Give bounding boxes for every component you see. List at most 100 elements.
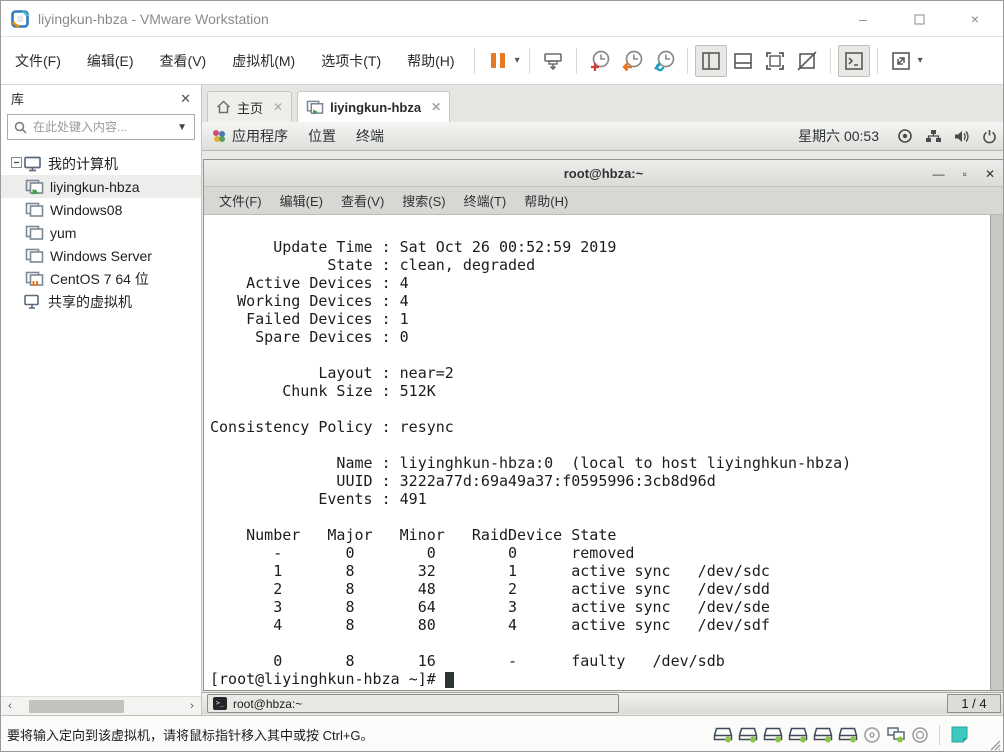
tab-close-icon[interactable]: ✕: [273, 100, 283, 114]
applications-label: 应用程序: [232, 128, 288, 144]
cd-rom-icon[interactable]: [863, 726, 881, 744]
applications-menu[interactable]: 应用程序: [202, 126, 298, 146]
volume-tray-icon[interactable]: [949, 126, 973, 146]
terminal-menu-file[interactable]: 文件(F): [210, 191, 271, 210]
power-dropdown-chevron[interactable]: ▾: [515, 55, 520, 66]
terminal-menu-help[interactable]: 帮助(H): [515, 191, 577, 210]
menu-help[interactable]: 帮助(H): [395, 45, 466, 77]
terminal-output-area[interactable]: Update Time : Sat Oct 26 00:52:59 2019 S…: [204, 215, 1003, 690]
snapshot-manager-button[interactable]: [648, 45, 680, 77]
home-icon: [216, 100, 231, 114]
main-menubar: 文件(F) 编辑(E) 查看(V) 虚拟机(M) 选项卡(T) 帮助(H) ▾: [1, 37, 1003, 85]
terminal-menu-terminal[interactable]: 终端(T): [455, 191, 516, 210]
terminal-prompt-line: [root@liyinghkun-hbza ~]#: [204, 670, 1003, 688]
workspace-pager[interactable]: 1 / 4: [947, 694, 1001, 713]
tree-item-liyingkun-hbza[interactable]: liyingkun-hbza: [1, 175, 201, 198]
hard-disk-icon[interactable]: [838, 726, 858, 743]
full-screen-button[interactable]: [759, 45, 791, 77]
tree-item-label: CentOS 7 64 位: [50, 270, 149, 287]
hard-disk-icon[interactable]: [713, 726, 733, 743]
terminal-title: root@hbza:~: [563, 165, 644, 181]
console-icon: [844, 51, 863, 70]
library-search[interactable]: ▼: [7, 114, 195, 140]
terminal-titlebar[interactable]: root@hbza:~ — ▫ ✕: [204, 160, 1003, 187]
taskbar-window-button[interactable]: >_ root@hbza:~: [207, 694, 619, 713]
tree-item-centos7[interactable]: CentOS 7 64 位: [1, 267, 201, 290]
screenshot-tray-icon[interactable]: [893, 126, 917, 146]
search-icon: [14, 121, 27, 134]
tab-vm-liyingkun-hbza[interactable]: liyingkun-hbza ✕: [297, 91, 451, 122]
applications-icon: [213, 130, 225, 142]
tab-close-icon[interactable]: ✕: [431, 100, 441, 114]
power-tray-icon[interactable]: [977, 126, 1001, 146]
menu-vm[interactable]: 虚拟机(M): [220, 45, 307, 77]
toolbar-separator: [829, 47, 831, 74]
tab-strip: 主页 ✕ liyingkun-hbza ✕: [202, 85, 1003, 122]
hard-disk-icon[interactable]: [738, 726, 758, 743]
vm-icon: [25, 225, 45, 241]
show-thumbnail-bar-button[interactable]: [727, 45, 759, 77]
terminal-maximize-button[interactable]: ▫: [963, 167, 967, 181]
vmware-logo-icon: [11, 9, 29, 28]
stretch-guest-button[interactable]: [885, 45, 917, 77]
tree-item-label: liyingkun-hbza: [50, 178, 140, 195]
scroll-right-arrow[interactable]: ›: [183, 700, 201, 712]
places-menu[interactable]: 位置: [298, 126, 346, 146]
terminal-close-button[interactable]: ✕: [985, 167, 995, 181]
hard-disk-icon[interactable]: [763, 726, 783, 743]
toolbar-separator: [473, 47, 475, 74]
show-library-button[interactable]: [694, 44, 727, 77]
maximize-button[interactable]: [891, 1, 947, 37]
hard-disk-icon[interactable]: [813, 726, 833, 743]
sidebar-horizontal-scrollbar[interactable]: ‹ ›: [1, 696, 201, 715]
terminal-menu-search[interactable]: 搜索(S): [393, 191, 454, 210]
statusbar: 要将输入定向到该虚拟机，请将鼠标指针移入其中或按 Ctrl+G。: [1, 715, 1003, 751]
tab-home[interactable]: 主页 ✕: [207, 91, 293, 122]
message-log-icon[interactable]: [950, 725, 969, 744]
menu-file[interactable]: 文件(F): [3, 45, 73, 77]
network-adapter-icon[interactable]: [886, 726, 906, 743]
terminal-minimize-button[interactable]: —: [933, 167, 945, 181]
resize-grip[interactable]: [987, 737, 1001, 751]
terminal-window: root@hbza:~ — ▫ ✕ 文件(F) 编辑(E) 查看(V) 搜索(S…: [203, 159, 1003, 691]
send-ctrl-alt-del-button[interactable]: [537, 45, 569, 77]
hard-disk-icon[interactable]: [788, 726, 808, 743]
minimize-button[interactable]: –: [835, 1, 891, 37]
close-button[interactable]: ×: [947, 1, 1003, 37]
search-input[interactable]: [33, 120, 171, 134]
expander-icon[interactable]: [9, 156, 23, 171]
network-tray-icon[interactable]: [921, 126, 945, 146]
sound-icon[interactable]: [911, 726, 929, 744]
scrollbar-thumb[interactable]: [29, 699, 124, 713]
tree-item-my-computer[interactable]: 我的计算机: [1, 152, 201, 175]
window-titlebar: liyingkun-hbza - VMware Workstation – ×: [1, 1, 1003, 37]
terminal-menu-edit[interactable]: 编辑(E): [271, 191, 332, 210]
terminal-menu[interactable]: 终端: [346, 126, 394, 146]
tree-item-yum[interactable]: yum: [1, 221, 201, 244]
tree-item-shared-vms[interactable]: 共享的虚拟机: [1, 290, 201, 313]
stretch-dropdown-chevron[interactable]: ▾: [918, 55, 923, 66]
pause-vm-button[interactable]: [482, 45, 514, 77]
library-panel-icon: [701, 51, 720, 70]
computer-icon: [23, 156, 43, 172]
scroll-left-arrow[interactable]: ‹: [1, 700, 19, 712]
search-dropdown-chevron[interactable]: ▼: [170, 122, 194, 133]
stretch-guest-icon: [891, 51, 910, 70]
tree-item-windows08[interactable]: Windows08: [1, 198, 201, 221]
revert-snapshot-button[interactable]: [616, 45, 648, 77]
panel-clock[interactable]: 星期六 00:53: [798, 126, 879, 146]
take-snapshot-icon: [590, 50, 609, 71]
menu-view[interactable]: 查看(V): [148, 45, 219, 77]
terminal-output: Update Time : Sat Oct 26 00:52:59 2019 S…: [210, 238, 852, 670]
unity-mode-button[interactable]: [791, 45, 823, 77]
tree-item-windows-server[interactable]: Windows Server: [1, 244, 201, 267]
library-close-icon[interactable]: ✕: [180, 91, 191, 107]
terminal-menu-view[interactable]: 查看(V): [332, 191, 393, 210]
terminal-scrollbar[interactable]: [990, 215, 1003, 690]
terminal-prompt: [root@liyinghkun-hbza ~]#: [210, 670, 445, 688]
take-snapshot-button[interactable]: [584, 45, 616, 77]
terminal-cursor: [444, 672, 454, 688]
menu-edit[interactable]: 编辑(E): [75, 45, 146, 77]
console-view-button[interactable]: [837, 44, 870, 77]
menu-tabs[interactable]: 选项卡(T): [309, 45, 393, 77]
